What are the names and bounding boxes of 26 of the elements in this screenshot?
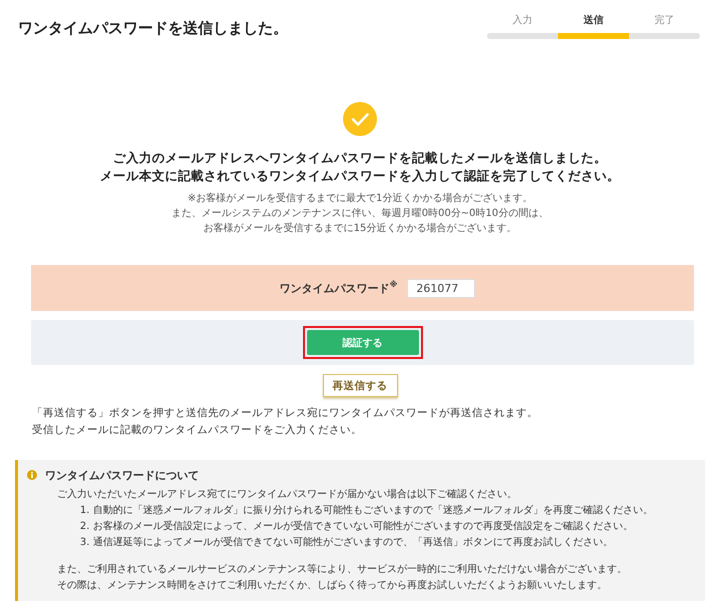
page-title: ワンタイムパスワードを送信しました。 — [18, 18, 288, 39]
delivery-note: また、メールシステムのメンテナンスに伴い、毎週月曜0時00分~0時10分の間は、 — [172, 206, 548, 221]
list-number: 1. — [80, 504, 89, 518]
list-item-text: お客様のメール受信設定によって、メールが受信できていない可能性がございますので再度受信設定をご確認ください。 — [93, 520, 633, 534]
check-circle-icon — [343, 102, 377, 136]
delivery-note: ※お客様がメールを受信するまでに最大で1分近くかかる場合がございます。 — [188, 192, 532, 206]
info-text: ご入力いただいたメールアドレス宛てにワンタイムパスワードが届かない場合は以下ご確認ください。 — [57, 488, 517, 502]
list-item-text: 自動的に「迷惑メールフォルダ」に振り分けられる可能性もございますので「迷惑メールフォルダ」を再度ご確認ください。 — [93, 504, 653, 518]
confirmation-message: ご入力のメールアドレスへワンタイムパスワードを記載したメールを送信しました。 — [113, 149, 607, 167]
list-item-text: 通信遅延等によってメールが受信できてない可能性がございますので、「再送信」ボタンにて再度お試しください。 — [93, 536, 613, 550]
resend-button[interactable]: 再送信する — [322, 374, 398, 397]
password-input-field[interactable]: 261077 — [407, 278, 476, 298]
resend-note: 「再送信する」ボタンを押すと送信先のメールアドレス宛にワンタイムパスワードが再送信されます。 — [32, 406, 538, 421]
resend-note: 受信したメールに記載のワンタイムパスワードをご入力ください。 — [32, 422, 362, 438]
info-icon — [27, 470, 37, 480]
confirmation-message: メール本文に記載されているワンタイムパスワードを入力して認証を完了してください。 — [100, 167, 620, 185]
info-text: また、ご利用されているメールサービスのメンテナンス等により、サービスが一時的にご利用いただけない場合がございます。 — [57, 562, 627, 577]
delivery-note: お客様がメールを受信するまでに15分近くかかる場合がございます。 — [204, 222, 516, 236]
info-title: ワンタイムパスワードについて — [45, 468, 199, 482]
step-label: 送信 — [584, 14, 604, 28]
info-text: その際は、メンテナンス時間をさけてご利用いただくか、しばらく待ってから再度お試しいただくようお願いいたします。 — [57, 578, 607, 593]
field-label: ワンタイムパスワード$^{※}$ — [280, 280, 398, 296]
list-number: 2. — [80, 520, 89, 534]
list-number: 3. — [80, 536, 89, 550]
step-label: 完了 — [654, 14, 674, 28]
step-label: 入力 — [512, 14, 532, 28]
